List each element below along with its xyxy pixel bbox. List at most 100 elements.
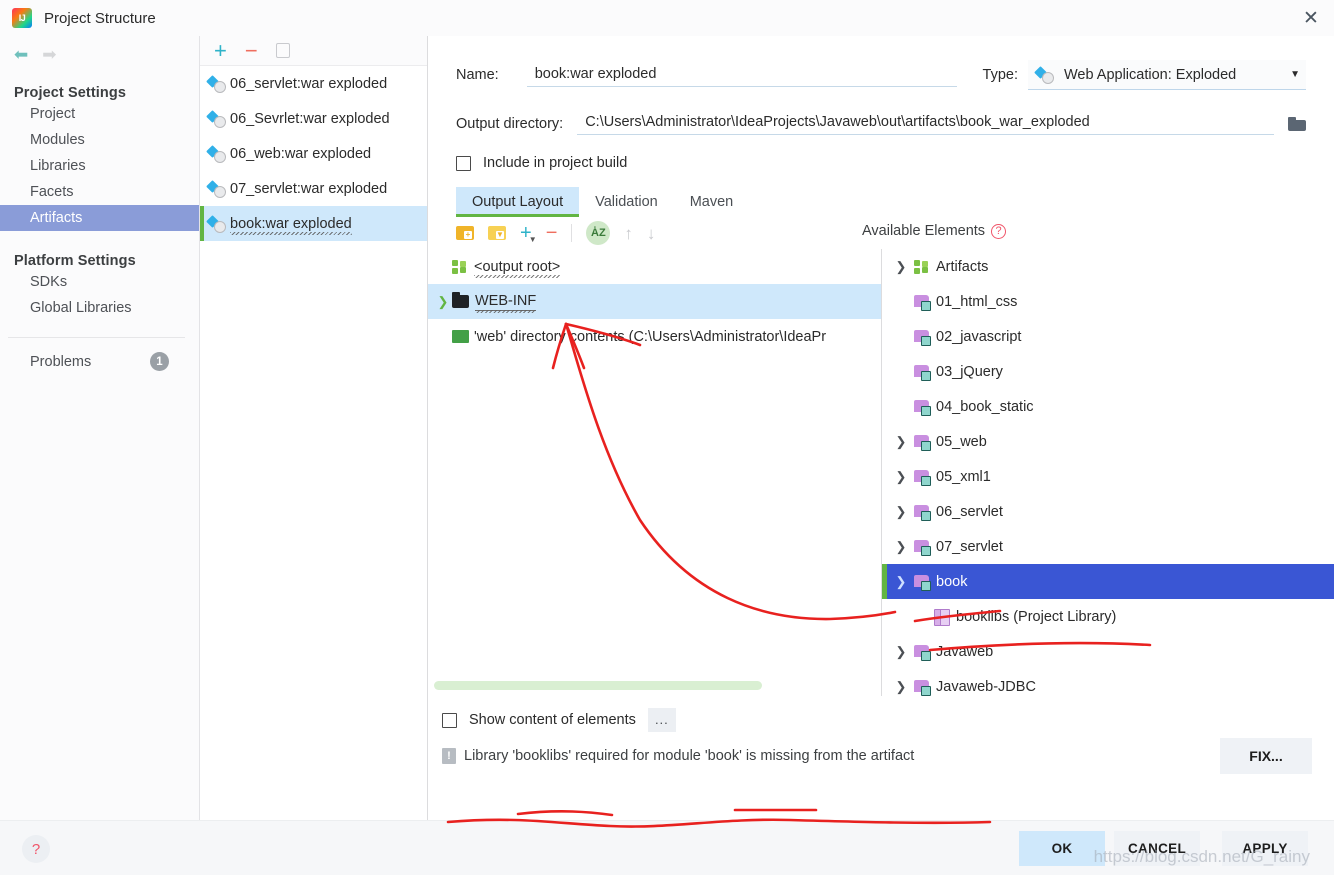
tree-row-label: WEB-INF <box>475 292 537 313</box>
include-in-project-build-checkbox[interactable] <box>456 155 471 171</box>
detail-tabs: Output Layout Validation Maven <box>428 187 1334 217</box>
artifact-name-input[interactable] <box>526 63 957 87</box>
chevron-right-icon[interactable]: ❯ <box>892 644 910 660</box>
available-row-02-javascript[interactable]: ❯ 02_javascript <box>882 319 1334 354</box>
artifact-list-toolbar: + − <box>200 36 427 66</box>
apply-button[interactable]: APPLY <box>1222 831 1308 866</box>
available-row-05-xml1[interactable]: ❯ 05_xml1 <box>882 459 1334 494</box>
artifact-problem-message: Library 'booklibs' required for module '… <box>464 748 915 764</box>
arrow-up-icon[interactable]: ↑ <box>624 225 633 242</box>
available-row-label: Javaweb-JDBC <box>936 678 1036 695</box>
plus-icon[interactable]: + <box>214 39 227 62</box>
artifact-list-item[interactable]: 06_Sevrlet:war exploded <box>200 101 427 136</box>
available-row-05-web[interactable]: ❯ 05_web <box>882 424 1334 459</box>
help-icon[interactable]: ? <box>991 223 1007 239</box>
arrow-down-icon[interactable]: ↓ <box>647 225 656 242</box>
ok-button[interactable]: OK <box>1019 831 1105 866</box>
folder-archive-icon[interactable]: ▼ <box>488 226 506 240</box>
available-elements-header: Available Elements ? <box>854 219 1007 247</box>
module-icon <box>914 539 932 556</box>
available-row-label: 07_servlet <box>936 538 1003 555</box>
tree-row-label: 'web' directory contents (C:\Users\Admin… <box>474 328 827 345</box>
tab-validation[interactable]: Validation <box>579 187 674 217</box>
intellij-idea-logo-icon <box>12 8 32 28</box>
name-label: Name: <box>456 67 499 83</box>
tree-row-web-inf[interactable]: ❯ WEB-INF <box>428 284 881 319</box>
cancel-button[interactable]: CANCEL <box>1114 831 1200 866</box>
sidebar-item-modules[interactable]: Modules <box>0 127 199 153</box>
available-row-07-servlet[interactable]: ❯ 07_servlet <box>882 529 1334 564</box>
copy-icon[interactable] <box>272 43 290 64</box>
sidebar-item-artifacts[interactable]: Artifacts <box>0 205 199 231</box>
sidebar-item-project[interactable]: Project <box>0 101 199 127</box>
artifact-label: 06_servlet:war exploded <box>230 75 388 92</box>
output-directory-label: Output directory: <box>456 115 564 132</box>
help-icon[interactable]: ? <box>22 835 50 863</box>
layout-trees: ❯ <output root> ❯ WEB-INF 'web' director… <box>428 249 1334 696</box>
problems-label: Problems <box>30 353 92 370</box>
available-row-04-book-static[interactable]: ❯ 04_book_static <box>882 389 1334 424</box>
artifact-list-item[interactable]: 06_web:war exploded <box>200 136 427 171</box>
tree-row-output-root[interactable]: ❯ <output root> <box>428 249 881 284</box>
more-options-button[interactable]: ... <box>647 708 676 732</box>
module-icon <box>914 469 932 486</box>
folder-open-icon[interactable] <box>1288 116 1306 131</box>
sidebar-item-sdks[interactable]: SDKs <box>0 269 199 295</box>
available-row-booklibs[interactable]: booklibs (Project Library) <box>882 599 1334 634</box>
close-icon[interactable]: ✕ <box>1288 0 1334 36</box>
sidebar-item-facets[interactable]: Facets <box>0 179 199 205</box>
type-label: Type: <box>982 67 1018 83</box>
available-row-artifacts[interactable]: ❯ Artifacts <box>882 249 1334 284</box>
artifact-label: book:war exploded <box>230 215 352 235</box>
tab-maven[interactable]: Maven <box>674 187 750 217</box>
folder-green-icon <box>449 327 469 343</box>
output-directory-input[interactable] <box>577 112 1274 135</box>
chevron-right-icon[interactable]: ❯ <box>892 679 910 695</box>
include-in-project-build-label: Include in project build <box>483 155 628 171</box>
tree-row-label: <output root> <box>474 258 561 278</box>
artifact-list-item-selected[interactable]: book:war exploded <box>200 206 427 241</box>
available-row-06-servlet[interactable]: ❯ 06_servlet <box>882 494 1334 529</box>
available-row-book-selected[interactable]: ❯ book <box>882 564 1334 599</box>
artifact-list-item[interactable]: 06_servlet:war exploded <box>200 66 427 101</box>
module-icon <box>914 294 932 311</box>
chevron-down-icon[interactable]: ❯ <box>892 574 910 590</box>
chevron-right-icon[interactable]: ❯ <box>434 294 452 310</box>
module-icon <box>914 644 932 661</box>
minus-icon[interactable]: − <box>546 223 558 243</box>
artifact-type-combobox[interactable]: Web Application: Exploded ▼ <box>1028 60 1306 90</box>
folder-add-icon[interactable]: + <box>456 226 474 240</box>
available-row-label: 04_book_static <box>936 398 1034 415</box>
sidebar-item-libraries[interactable]: Libraries <box>0 153 199 179</box>
artifact-icon <box>208 146 226 163</box>
tab-output-layout[interactable]: Output Layout <box>456 187 580 217</box>
horizontal-scrollbar[interactable] <box>434 681 762 690</box>
available-elements-tree: ❯ Artifacts ❯ 01_html_css ❯ 02_javascrip… <box>882 249 1334 696</box>
arrow-right-icon[interactable]: ➡ <box>42 46 56 63</box>
output-layout-tree: ❯ <output root> ❯ WEB-INF 'web' director… <box>428 249 882 696</box>
available-row-javaweb[interactable]: ❯ Javaweb <box>882 634 1334 669</box>
show-content-of-elements-checkbox[interactable] <box>442 712 457 728</box>
fix-button[interactable]: FIX... <box>1220 738 1312 774</box>
artifact-list-item[interactable]: 07_servlet:war exploded <box>200 171 427 206</box>
chevron-right-icon[interactable]: ❯ <box>892 259 910 275</box>
chevron-down-icon: ▼ <box>1290 69 1300 80</box>
tree-row-web-directory-contents[interactable]: 'web' directory contents (C:\Users\Admin… <box>428 319 881 354</box>
arrow-left-icon[interactable]: ⬅ <box>14 46 28 63</box>
sidebar-item-problems[interactable]: Problems 1 <box>0 352 199 371</box>
chevron-right-icon[interactable]: ❯ <box>892 539 910 555</box>
chevron-right-icon[interactable]: ❯ <box>892 434 910 450</box>
available-row-01-html-css[interactable]: ❯ 01_html_css <box>882 284 1334 319</box>
chevron-right-icon[interactable]: ❯ <box>892 504 910 520</box>
available-row-javaweb-jdbc[interactable]: ❯ Javaweb-JDBC <box>882 669 1334 696</box>
sidebar-item-global-libraries[interactable]: Global Libraries <box>0 295 199 321</box>
available-row-03-jquery[interactable]: ❯ 03_jQuery <box>882 354 1334 389</box>
plus-dropdown-icon[interactable]: + ▼ <box>520 223 537 244</box>
sort-az-icon[interactable]: ȦZ <box>586 221 611 245</box>
settings-sidebar: ⬅ ➡ Project Settings Project Modules Lib… <box>0 36 200 820</box>
minus-icon[interactable]: − <box>245 39 258 62</box>
chevron-right-icon[interactable]: ❯ <box>892 469 910 485</box>
sidebar-nav-arrows: ⬅ ➡ <box>0 36 199 63</box>
available-row-label: Artifacts <box>936 258 989 275</box>
project-structure-dialog: Project Structure ✕ ⬅ ➡ Project Settings… <box>0 0 1334 875</box>
